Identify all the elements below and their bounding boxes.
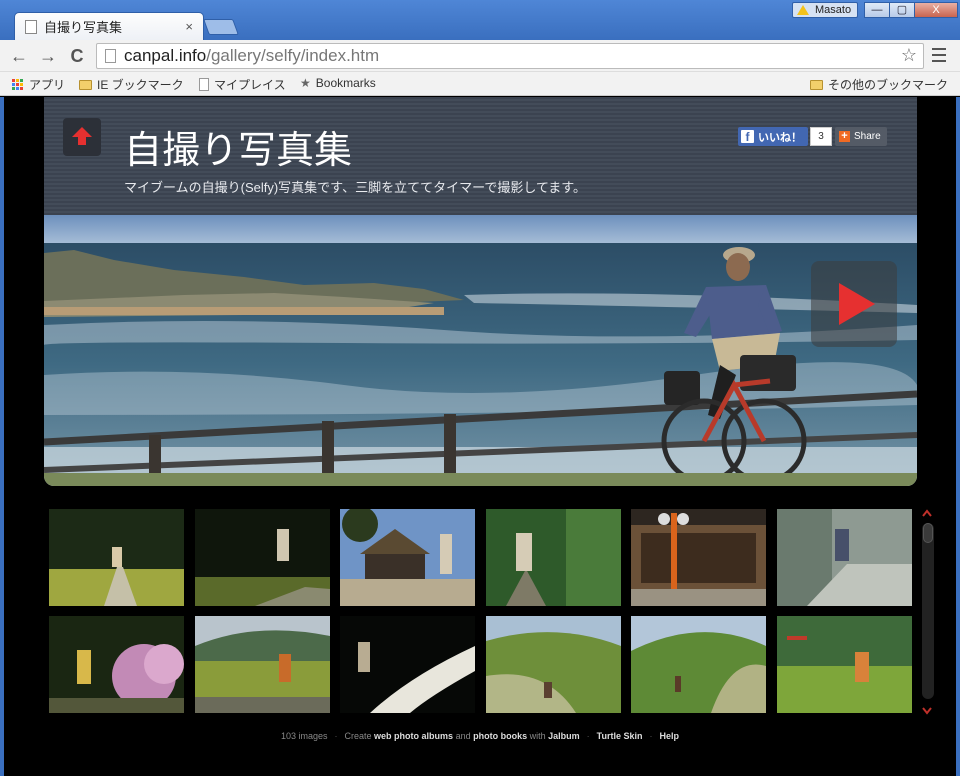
maximize-button[interactable]: ▢ — [889, 2, 915, 18]
photo-books-link[interactable]: photo books — [473, 731, 527, 741]
folder-icon — [810, 79, 823, 90]
turtle-skin-link[interactable]: Turtle Skin — [597, 731, 643, 741]
share-plus-icon: + — [839, 131, 850, 142]
page-favicon-icon — [25, 19, 37, 34]
separator: · — [334, 731, 338, 741]
window-titlebar: 自撮り写真集 × Masato — ▢ X — [0, 0, 960, 40]
thumbnail[interactable] — [49, 509, 184, 606]
warning-icon — [797, 5, 809, 15]
play-slideshow-button[interactable] — [811, 261, 897, 347]
share-button[interactable]: + Share — [835, 127, 887, 146]
thumbnail[interactable] — [49, 616, 184, 713]
scrollbar-track[interactable] — [922, 523, 934, 699]
bookmark-label: アプリ — [29, 78, 66, 92]
bookmark-apps[interactable]: アプリ — [12, 76, 65, 93]
thumbnail[interactable] — [777, 509, 912, 606]
play-icon — [839, 283, 875, 325]
hero-section: 自撮り写真集 マイブームの自撮り(Selfy)写真集です、三脚を立ててタイマーで… — [44, 97, 917, 486]
share-label: Share — [854, 131, 881, 142]
thumbnail[interactable] — [340, 509, 475, 606]
thumbnail[interactable] — [195, 616, 330, 713]
tab-title: 自撮り写真集 — [44, 20, 123, 35]
page-content: 自撮り写真集 マイブームの自撮り(Selfy)写真集です、三脚を立ててタイマーで… — [0, 97, 960, 776]
page-icon — [105, 49, 116, 63]
bookmark-star-icon[interactable]: ☆ — [901, 45, 917, 66]
main-photo[interactable] — [44, 215, 917, 486]
bookmarks-bar: アプリ IE ブックマーク マイプレイス ★ Bookmarks その他のブック… — [0, 72, 960, 96]
facebook-like-button[interactable]: f いいね！ — [738, 127, 808, 146]
bookmark-label: マイプレイス — [214, 78, 286, 92]
gallery-header: 自撮り写真集 マイブームの自撮り(Selfy)写真集です、三脚を立ててタイマーで… — [44, 97, 917, 215]
footer-text: with — [529, 731, 546, 741]
minimize-button[interactable]: — — [864, 2, 890, 18]
footer-text: Create — [344, 731, 372, 741]
user-profile-button[interactable]: Masato — [792, 2, 858, 18]
page-footer: 103 images · Create web photo albums and p… — [4, 731, 956, 741]
folder-icon — [79, 79, 92, 90]
user-name: Masato — [815, 4, 852, 16]
reload-button[interactable]: C — [66, 45, 88, 67]
bookmark-label: IE ブックマーク — [97, 78, 184, 92]
url-domain: canpal.info — [124, 46, 207, 65]
thumbnail[interactable] — [631, 509, 766, 606]
page-subtitle: マイブームの自撮り(Selfy)写真集です、三脚を立ててタイマーで撮影してます。 — [124, 180, 587, 195]
thumbnail[interactable] — [486, 616, 621, 713]
web-photo-albums-link[interactable]: web photo albums — [374, 731, 453, 741]
bookmark-label: その他のブックマーク — [828, 78, 949, 92]
bookmark-ie[interactable]: IE ブックマーク — [79, 76, 184, 93]
tab-close-button[interactable]: × — [185, 19, 193, 34]
address-bar[interactable]: canpal.info/gallery/selfy/index.htm ☆ — [96, 43, 924, 69]
new-tab-button[interactable] — [203, 19, 239, 35]
image-count: 103 images — [280, 731, 328, 741]
up-button[interactable] — [63, 118, 101, 156]
thumbnail[interactable] — [777, 616, 912, 713]
footer-text: and — [455, 731, 471, 741]
help-link[interactable]: Help — [660, 731, 680, 741]
separator: · — [586, 731, 590, 741]
separator: · — [649, 731, 653, 741]
back-button[interactable]: ← — [8, 45, 30, 67]
up-arrow-icon — [72, 127, 92, 145]
facebook-icon: f — [741, 130, 754, 144]
page-title: 自撮り写真集 — [124, 130, 353, 172]
chevron-down-icon[interactable] — [922, 707, 932, 715]
browser-tab[interactable]: 自撮り写真集 × — [14, 12, 204, 40]
bookmark-bookmarks[interactable]: ★ Bookmarks — [300, 76, 376, 90]
bookmark-label: Bookmarks — [315, 76, 376, 90]
thumbnail[interactable] — [486, 509, 621, 606]
thumbnail[interactable] — [195, 509, 330, 606]
thumbnail[interactable] — [631, 616, 766, 713]
other-bookmarks[interactable]: その他のブックマーク — [810, 76, 948, 93]
scrollbar-thumb[interactable] — [923, 523, 933, 543]
apps-icon — [12, 78, 24, 91]
url-text[interactable]: canpal.info/gallery/selfy/index.htm — [124, 46, 379, 66]
chrome-menu-button[interactable] — [932, 48, 946, 62]
thumbnail-grid — [49, 509, 915, 715]
close-window-button[interactable]: X — [914, 2, 958, 18]
like-count: 3 — [810, 127, 832, 146]
bookmark-myplace[interactable]: マイプレイス — [199, 76, 286, 93]
url-path: /gallery/selfy/index.htm — [206, 46, 380, 65]
browser-toolbar: ← → C canpal.info/gallery/selfy/index.ht… — [0, 40, 960, 72]
thumbnail[interactable] — [340, 616, 475, 713]
thumbnail-scrollbar[interactable] — [920, 509, 934, 715]
forward-button[interactable]: → — [37, 45, 59, 67]
jalbum-link[interactable]: Jalbum — [548, 731, 580, 741]
star-icon: ★ — [300, 76, 311, 90]
facebook-like-label: いいね！ — [758, 131, 802, 144]
chevron-up-icon[interactable] — [922, 509, 932, 517]
page-icon — [199, 78, 209, 91]
